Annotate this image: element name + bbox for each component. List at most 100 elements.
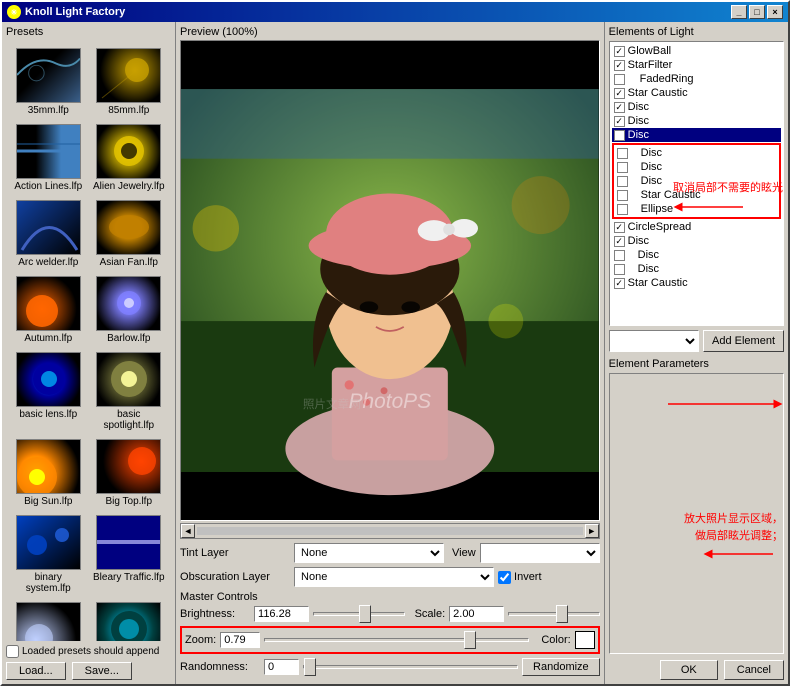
titlebar-left: ☀ Knoll Light Factory [7, 5, 125, 19]
save-button[interactable]: Save... [72, 662, 132, 680]
brightness-row: Brightness: 116.28 Scale: 2.00 [180, 606, 600, 622]
element-checkbox[interactable]: ✓ [614, 102, 625, 113]
list-item[interactable]: ✓ Star Caustic [612, 86, 781, 100]
list-item[interactable]: Disc [615, 160, 778, 174]
element-checkbox[interactable] [614, 264, 625, 275]
scale-slider[interactable] [508, 612, 600, 616]
titlebar-buttons[interactable]: _ □ × [731, 5, 783, 19]
invert-label: Invert [514, 571, 542, 583]
load-button[interactable]: Load... [6, 662, 66, 680]
list-item[interactable]: Autumn.lfp [10, 274, 87, 346]
element-name: Disc [641, 147, 662, 159]
list-item[interactable]: Action Lines.lfp [10, 122, 87, 194]
element-checkbox[interactable]: ✓ [614, 278, 625, 289]
preset-name: Big Sun.lfp [24, 496, 72, 507]
app-icon: ☀ [7, 5, 21, 19]
list-item[interactable]: Disc [615, 146, 778, 160]
element-name: Star Caustic [641, 189, 701, 201]
zoom-value[interactable]: 0.79 [220, 632, 260, 648]
list-item[interactable]: Ellipse [615, 202, 778, 216]
obscuration-dropdown[interactable]: None [294, 567, 494, 587]
list-item[interactable]: ✓ Disc [612, 100, 781, 114]
element-checkbox[interactable]: ✓ [614, 88, 625, 99]
append-checkbox[interactable] [6, 645, 19, 658]
tint-layer-dropdown[interactable]: None [294, 543, 444, 563]
element-name: Disc [638, 263, 659, 275]
minimize-button[interactable]: _ [731, 5, 747, 19]
tint-layer-row: Tint Layer None View [180, 543, 600, 563]
list-item[interactable]: Big Top.lfp [91, 437, 168, 509]
preview-scrollbar-h[interactable]: ◄ ► [180, 523, 600, 539]
presets-panel: Presets 35mm.lfp [2, 22, 176, 684]
brightness-slider[interactable] [313, 612, 405, 616]
scroll-left-arrow[interactable]: ◄ [181, 524, 195, 538]
ok-button[interactable]: OK [660, 660, 718, 680]
randomness-value[interactable]: 0 [264, 659, 299, 675]
svg-text:PhotoPS: PhotoPS [349, 390, 431, 413]
element-checkbox[interactable] [614, 74, 625, 85]
append-label: Loaded presets should append [22, 646, 159, 657]
element-checkbox[interactable]: ✓ [614, 222, 625, 233]
preset-name: Big Top.lfp [106, 496, 153, 507]
close-button[interactable]: × [767, 5, 783, 19]
list-item[interactable]: Disc [612, 248, 781, 262]
element-checkbox[interactable] [617, 176, 628, 187]
list-item[interactable]: Bleary Traffic.lfp [91, 513, 168, 596]
color-swatch[interactable] [575, 631, 595, 649]
list-item[interactable]: Disc [612, 262, 781, 276]
element-checkbox[interactable]: ✓ [614, 46, 625, 57]
list-item[interactable]: Star Caustic [615, 188, 778, 202]
randomize-button[interactable]: Randomize [522, 658, 600, 676]
list-item[interactable]: binary system.lfp [10, 513, 87, 596]
preset-thumbnail [16, 124, 81, 179]
bottom-buttons: OK Cancel [609, 660, 784, 680]
scale-value[interactable]: 2.00 [449, 606, 504, 622]
maximize-button[interactable]: □ [749, 5, 765, 19]
list-item[interactable]: Blimp flare.lfp [10, 600, 87, 641]
list-item[interactable]: Disc [615, 174, 778, 188]
preset-name: Bleary Traffic.lfp [93, 572, 165, 583]
element-checkbox[interactable]: ✓ [614, 130, 625, 141]
scroll-right-arrow[interactable]: ► [585, 524, 599, 538]
list-item[interactable]: basic lens.lfp [10, 350, 87, 433]
list-item[interactable]: ✓ Disc [612, 234, 781, 248]
preset-thumbnail [16, 602, 81, 641]
brightness-label: Brightness: [180, 608, 250, 620]
randomness-slider[interactable] [303, 665, 518, 669]
element-checkbox[interactable]: ✓ [614, 116, 625, 127]
list-item[interactable]: ✓ GlowBall [612, 44, 781, 58]
list-item[interactable]: ✓ Star Caustic [612, 276, 781, 290]
list-item[interactable]: Big Sun.lfp [10, 437, 87, 509]
list-item[interactable]: 85mm.lfp [91, 46, 168, 118]
list-item[interactable]: Blue Green Eye.lfp [91, 600, 168, 641]
list-item[interactable]: ✓ Disc [612, 128, 781, 142]
element-checkbox[interactable]: ✓ [614, 60, 625, 71]
list-item[interactable]: Barlow.lfp [91, 274, 168, 346]
randomness-row: Randomness: 0 Randomize [180, 658, 600, 676]
preset-thumbnail [96, 276, 161, 331]
element-checkbox[interactable] [617, 204, 628, 215]
list-item[interactable]: basic spotlight.lfp [91, 350, 168, 433]
list-item[interactable]: Alien Jewelry.lfp [91, 122, 168, 194]
element-checkbox[interactable] [617, 162, 628, 173]
list-item[interactable]: FadedRing [612, 72, 781, 86]
invert-checkbox[interactable] [498, 571, 511, 584]
add-element-dropdown[interactable] [609, 330, 699, 352]
cancel-button[interactable]: Cancel [724, 660, 784, 680]
list-item[interactable]: Arc welder.lfp [10, 198, 87, 270]
list-item[interactable]: ✓ CircleSpread [612, 220, 781, 234]
add-element-button[interactable]: Add Element [703, 330, 784, 352]
list-item[interactable]: 35mm.lfp [10, 46, 87, 118]
element-checkbox[interactable]: ✓ [614, 236, 625, 247]
list-item[interactable]: ✓ StarFilter [612, 58, 781, 72]
preset-thumbnail [16, 200, 81, 255]
list-item[interactable]: Asian Fan.lfp [91, 198, 168, 270]
element-checkbox[interactable] [617, 148, 628, 159]
element-checkbox[interactable] [614, 250, 625, 261]
zoom-slider[interactable] [264, 638, 529, 642]
element-checkbox[interactable] [617, 190, 628, 201]
list-item[interactable]: ✓ Disc [612, 114, 781, 128]
view-dropdown[interactable] [480, 543, 600, 563]
preset-name: Alien Jewelry.lfp [93, 181, 165, 192]
brightness-value[interactable]: 116.28 [254, 606, 309, 622]
